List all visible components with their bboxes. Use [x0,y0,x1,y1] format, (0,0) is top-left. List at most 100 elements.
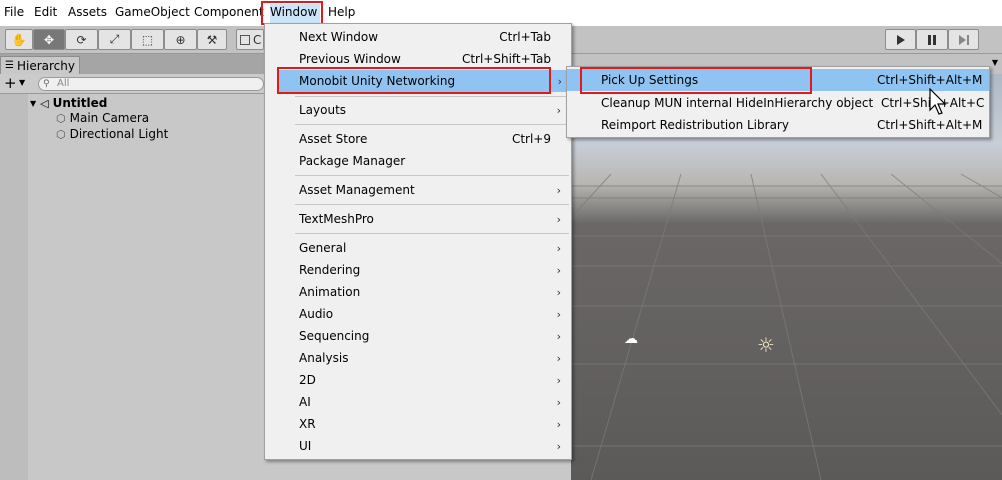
menu-component[interactable]: Component [194,5,264,19]
hierarchy-search-input[interactable]: ⚲ All [38,77,264,91]
hierarchy-item-label: Main Camera [69,111,150,125]
custom-tool-button[interactable]: ⚒ [197,29,227,50]
pivot-toggle[interactable]: C [236,29,264,50]
add-button[interactable]: + [4,74,17,92]
menu-assets[interactable]: Assets [68,5,107,19]
monobit-submenu: Pick Up Settings Ctrl+Shift+Alt+M Cleanu… [566,66,990,138]
menu-item-shortcut: Ctrl+Shift+Tab [461,52,551,66]
menu-item-label: UI [299,439,312,453]
hierarchy-item-directional-light[interactable]: ⬡ Directional Light [56,126,168,142]
menu-item-next-window[interactable]: Next Window Ctrl+Tab [265,26,571,48]
hierarchy-panel: ▼ ◁ Untitled ⬡ Main Camera ⬡ Directional… [0,94,264,480]
menu-separator [295,233,569,234]
menu-item-label: Cleanup MUN internal HideInHierarchy obj… [601,96,874,110]
menu-item-xr[interactable]: XR › [265,413,571,435]
menu-item-shortcut: Ctrl+Tab [499,30,551,44]
search-placeholder: All [57,78,70,89]
chevron-down-icon[interactable]: ▼ [19,78,25,87]
hierarchy-toolbar: + ▼ ⚲ All [0,74,264,94]
tab-hierarchy[interactable]: ☰ Hierarchy [0,56,80,74]
scene-row[interactable]: ▼ ◁ Untitled [30,95,107,111]
menu-item-label: Asset Management [299,183,415,197]
menu-item-label: Package Manager [299,154,406,168]
camera-gizmo-icon[interactable]: ☁ [624,331,638,347]
pivot-icon [240,34,250,45]
hierarchy-item-main-camera[interactable]: ⬡ Main Camera [56,110,149,126]
rect-tool-button[interactable]: ⬚ [131,29,164,50]
chevron-right-icon: › [556,439,561,453]
cube-icon: ⬡ [56,127,66,141]
menu-gameobject[interactable]: GameObject [115,5,190,19]
unity-scene-icon: ◁ [40,96,49,110]
search-icon: ⚲ [43,79,50,89]
mouse-cursor-icon [929,88,947,115]
chevron-right-icon: › [556,395,561,409]
menu-item-package-manager[interactable]: Package Manager [265,150,571,172]
menu-edit[interactable]: Edit [34,5,57,19]
menu-help[interactable]: Help [328,5,355,19]
menu-item-label: Sequencing [299,329,370,343]
chevron-down-icon[interactable]: ▼ [992,58,998,67]
chevron-right-icon: › [556,285,561,299]
wrench-icon: ⚒ [206,32,218,47]
menu-item-cleanup-mun[interactable]: Cleanup MUN internal HideInHierarchy obj… [567,92,989,114]
chevron-right-icon: › [556,373,561,387]
chevron-right-icon: › [556,183,561,197]
menu-item-analysis[interactable]: Analysis › [265,347,571,369]
menu-item-label: Layouts [299,103,347,117]
hand-tool-button[interactable]: ✋ [5,29,33,50]
menu-item-label: Rendering [299,263,361,277]
transform-tool-button[interactable]: ⊕ [164,29,197,50]
foldout-arrow-icon[interactable]: ▼ [30,99,36,108]
chevron-right-icon: › [556,241,561,255]
menu-item-2d[interactable]: 2D › [265,369,571,391]
step-button[interactable] [948,29,979,50]
menu-item-reimport-redistribution[interactable]: Reimport Redistribution Library Ctrl+Shi… [567,114,989,136]
menu-item-label: Previous Window [299,52,401,66]
monobit-highlight [277,67,551,94]
scale-icon: ⤢ [109,32,120,46]
play-button[interactable] [885,29,916,50]
chevron-right-icon: › [556,329,561,343]
sun-icon[interactable]: ☼ [757,333,775,357]
menu-item-layouts[interactable]: Layouts › [265,99,571,121]
menu-separator [295,175,569,176]
menu-item-label: Reimport Redistribution Library [601,118,789,132]
chevron-right-icon: › [556,212,561,226]
menu-item-label: Next Window [299,30,379,44]
step-icon [958,34,966,45]
menu-separator [295,124,569,125]
move-tool-button[interactable]: ✥ [33,29,65,50]
menu-item-animation[interactable]: Animation › [265,281,571,303]
menu-item-general[interactable]: General › [265,237,571,259]
chevron-right-icon: › [556,351,561,365]
menu-file[interactable]: File [4,5,24,19]
rotate-icon: ⟳ [76,32,87,47]
rotate-tool-button[interactable]: ⟳ [65,29,98,50]
pick-up-settings-highlight [580,67,812,94]
menu-item-rendering[interactable]: Rendering › [265,259,571,281]
pause-button[interactable] [916,29,948,50]
menu-item-ai[interactable]: AI › [265,391,571,413]
hand-icon: ✋ [11,32,27,47]
menu-item-label: Analysis [299,351,349,365]
menu-item-shortcut: Ctrl+Shift+Alt+M [877,118,983,132]
chevron-right-icon: › [556,307,561,321]
menu-item-sequencing[interactable]: Sequencing › [265,325,571,347]
menu-item-textmeshpro[interactable]: TextMeshPro › [265,208,571,230]
chevron-right-icon: › [556,103,561,117]
step-bar-icon [966,34,969,45]
menu-item-label: General [299,241,347,255]
chevron-right-icon: › [557,74,562,88]
menu-item-asset-management[interactable]: Asset Management › [265,179,571,201]
scale-tool-button[interactable]: ⤢ [98,29,131,50]
menu-item-label: TextMeshPro [299,212,374,226]
menu-item-asset-store[interactable]: Asset Store Ctrl+9 [265,128,571,150]
chevron-right-icon: › [556,417,561,431]
menu-item-ui[interactable]: UI › [265,435,571,457]
hierarchy-item-label: Directional Light [69,127,169,141]
cube-icon: ⬡ [56,111,66,125]
menu-item-label: 2D [299,373,316,387]
pivot-label: C [253,32,262,47]
menu-item-audio[interactable]: Audio › [265,303,571,325]
